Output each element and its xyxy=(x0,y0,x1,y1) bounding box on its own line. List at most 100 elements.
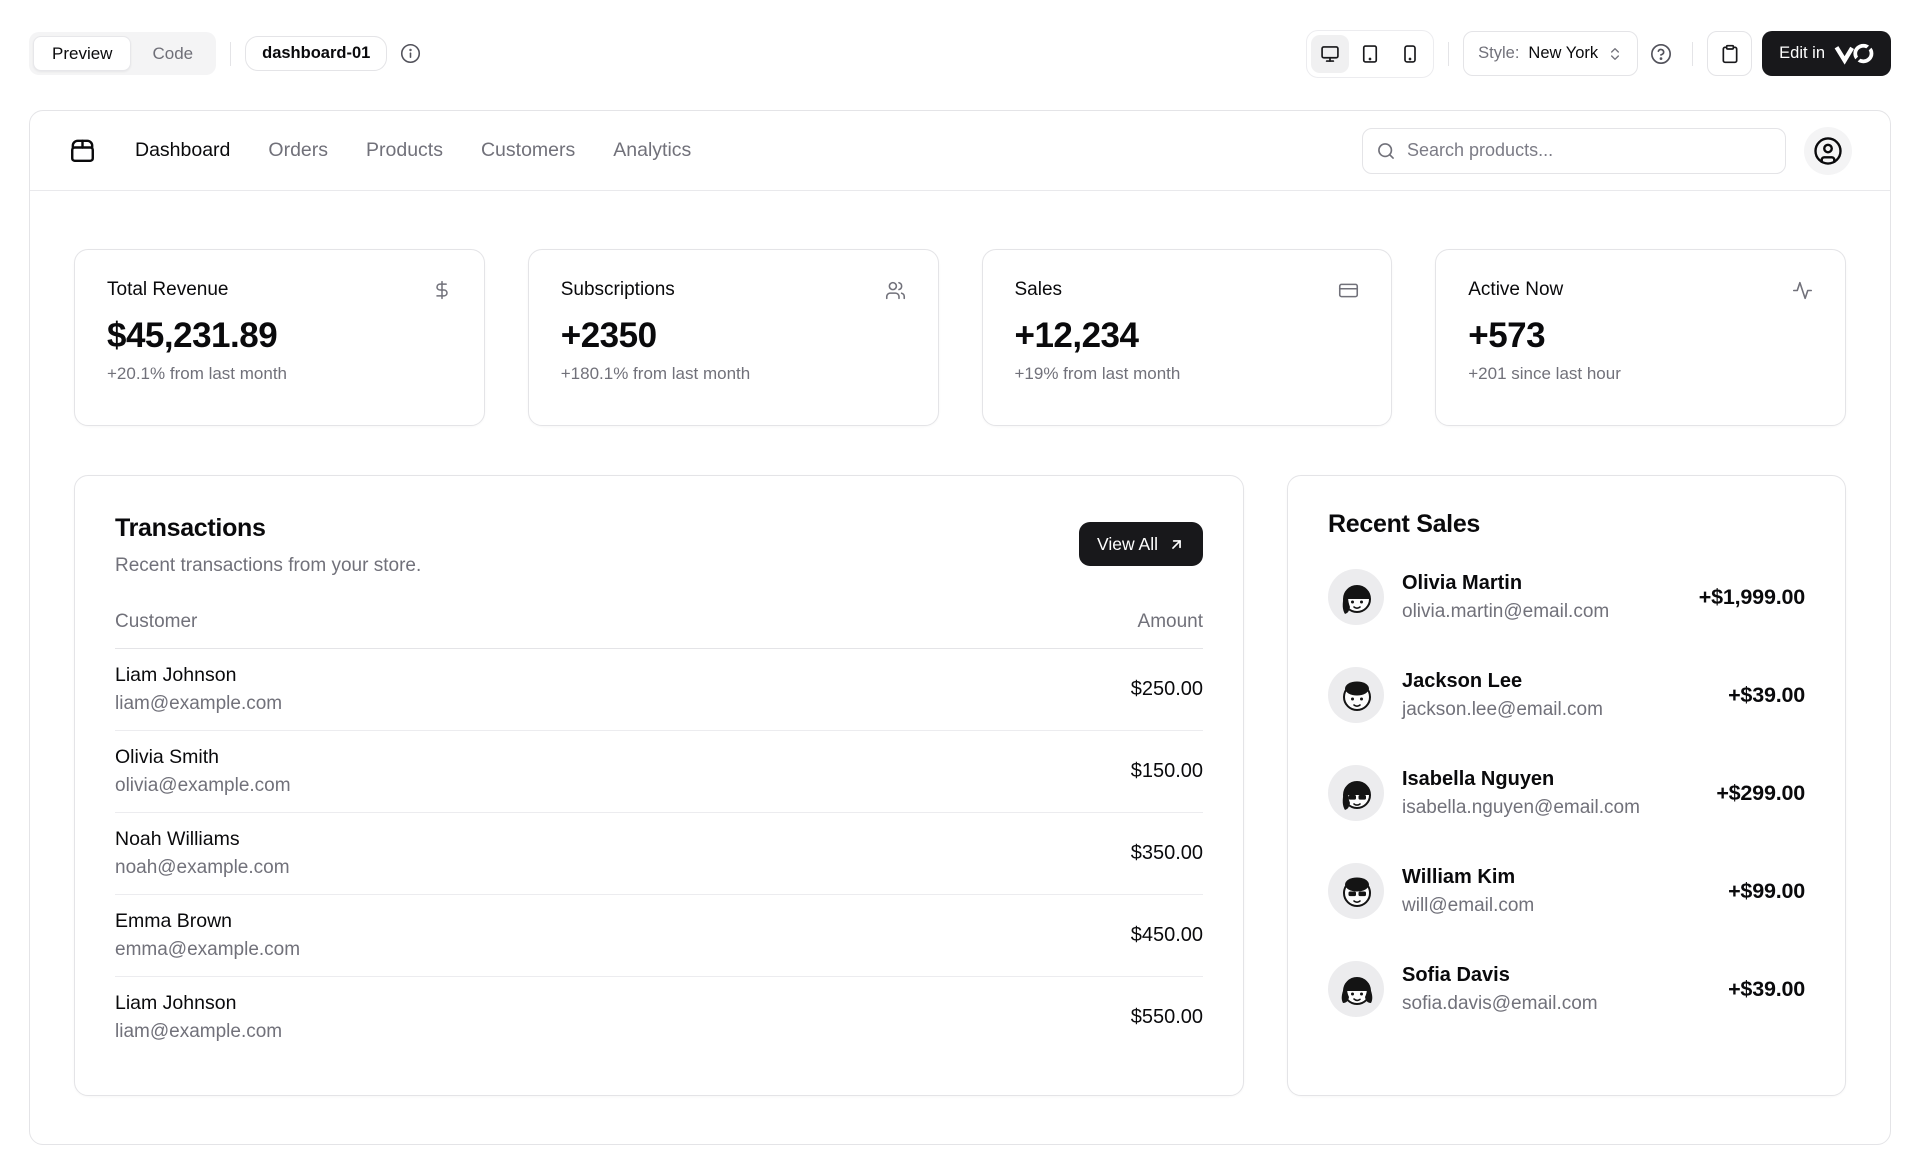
user-menu-button[interactable] xyxy=(1804,127,1852,175)
transaction-amount: $350.00 xyxy=(1131,842,1203,865)
customer-email: liam@example.com xyxy=(115,1021,282,1043)
stat-value: $45,231.89 xyxy=(107,316,452,356)
table-row: Olivia Smith olivia@example.com $150.00 xyxy=(115,731,1203,813)
tab-code[interactable]: Code xyxy=(133,36,212,71)
transactions-title: Transactions xyxy=(115,514,421,543)
help-button[interactable] xyxy=(1644,37,1678,71)
stat-value: +2350 xyxy=(561,316,906,356)
toolbar-divider xyxy=(1692,42,1693,66)
sale-amount: +$1,999.00 xyxy=(1699,585,1805,610)
list-item: Sofia Davis sofia.davis@email.com +$39.0… xyxy=(1328,961,1805,1017)
sale-customer-name: William Kim xyxy=(1402,866,1534,889)
customer-email: liam@example.com xyxy=(115,693,282,715)
nav-links: Dashboard Orders Products Customers Anal… xyxy=(135,139,691,162)
edit-in-v0-label: Edit in xyxy=(1779,44,1825,63)
style-select[interactable]: Style: New York xyxy=(1463,31,1638,76)
nav-link-analytics[interactable]: Analytics xyxy=(613,139,691,162)
style-value: New York xyxy=(1528,44,1598,63)
top-toolbar: Preview Code dashboard-01 xyxy=(0,0,1920,107)
search-box xyxy=(1362,128,1786,174)
customer-name: Emma Brown xyxy=(115,910,300,933)
list-item: Jackson Lee jackson.lee@email.com +$39.0… xyxy=(1328,667,1805,723)
package-logo-icon[interactable] xyxy=(68,136,97,165)
chevrons-up-down-icon xyxy=(1607,46,1623,62)
customer-name: Liam Johnson xyxy=(115,664,282,687)
sale-customer-email: sofia.davis@email.com xyxy=(1402,993,1598,1015)
stat-title: Sales xyxy=(1015,279,1063,301)
clipboard-icon xyxy=(1720,44,1740,64)
block-name-badge[interactable]: dashboard-01 xyxy=(245,36,387,71)
smartphone-icon xyxy=(1400,44,1420,64)
credit-card-icon xyxy=(1338,280,1359,301)
customer-name: Noah Williams xyxy=(115,828,290,851)
toolbar-left: Preview Code dashboard-01 xyxy=(29,32,427,75)
tab-preview[interactable]: Preview xyxy=(33,36,131,71)
recent-sales-card: Recent Sales Olivia Martin olivia.martin… xyxy=(1287,475,1846,1096)
desktop-view-button[interactable] xyxy=(1311,35,1349,73)
bottom-row: Transactions Recent transactions from yo… xyxy=(74,475,1846,1096)
transactions-subtitle: Recent transactions from your store. xyxy=(115,555,421,577)
avatar xyxy=(1328,863,1384,919)
transaction-amount: $550.00 xyxy=(1131,1006,1203,1029)
stat-title: Active Now xyxy=(1468,279,1563,301)
stat-change: +19% from last month xyxy=(1015,364,1360,384)
stat-card-subscriptions: Subscriptions +2350 +180.1% from last mo… xyxy=(528,249,939,426)
circle-user-icon xyxy=(1813,136,1843,166)
nav-link-products[interactable]: Products xyxy=(366,139,443,162)
transactions-table: Customer Amount Liam Johnson liam@exampl… xyxy=(115,611,1203,1058)
column-header-amount: Amount xyxy=(1138,611,1203,633)
toolbar-right: Style: New York Edit in xyxy=(1306,30,1891,78)
transaction-amount: $450.00 xyxy=(1131,924,1203,947)
customer-email: olivia@example.com xyxy=(115,775,291,797)
avatar xyxy=(1328,765,1384,821)
customer-name: Olivia Smith xyxy=(115,746,291,769)
toolbar-divider xyxy=(1448,42,1449,66)
toolbar-divider xyxy=(230,42,231,66)
list-item: Olivia Martin olivia.martin@email.com +$… xyxy=(1328,569,1805,625)
table-row: Noah Williams noah@example.com $350.00 xyxy=(115,813,1203,895)
recent-sales-list: Olivia Martin olivia.martin@email.com +$… xyxy=(1328,569,1805,1017)
nav-link-dashboard[interactable]: Dashboard xyxy=(135,139,230,162)
stats-row: Total Revenue $45,231.89 +20.1% from las… xyxy=(74,249,1846,426)
transactions-card: Transactions Recent transactions from yo… xyxy=(74,475,1244,1096)
sale-amount: +$39.00 xyxy=(1728,977,1805,1002)
nav-link-orders[interactable]: Orders xyxy=(268,139,328,162)
copy-code-button[interactable] xyxy=(1707,31,1752,76)
table-row: Liam Johnson liam@example.com $250.00 xyxy=(115,649,1203,731)
customer-email: noah@example.com xyxy=(115,857,290,879)
sale-customer-name: Sofia Davis xyxy=(1402,964,1598,987)
search-input[interactable] xyxy=(1363,129,1785,173)
sale-customer-email: olivia.martin@email.com xyxy=(1402,601,1609,623)
view-mode-tabs: Preview Code xyxy=(29,32,216,75)
avatar xyxy=(1328,961,1384,1017)
edit-in-v0-button[interactable]: Edit in xyxy=(1762,31,1891,76)
sale-amount: +$99.00 xyxy=(1728,879,1805,904)
table-row: Emma Brown emma@example.com $450.00 xyxy=(115,895,1203,977)
sale-customer-name: Isabella Nguyen xyxy=(1402,768,1640,791)
stat-card-total-revenue: Total Revenue $45,231.89 +20.1% from las… xyxy=(74,249,485,426)
customer-email: emma@example.com xyxy=(115,939,300,961)
sale-customer-name: Jackson Lee xyxy=(1402,670,1603,693)
stat-change: +201 since last hour xyxy=(1468,364,1813,384)
info-icon xyxy=(400,43,421,64)
arrow-up-right-icon xyxy=(1168,536,1185,553)
info-button[interactable] xyxy=(393,37,427,71)
users-icon xyxy=(885,280,906,301)
dollar-sign-icon xyxy=(432,280,452,300)
stat-card-sales: Sales +12,234 +19% from last month xyxy=(982,249,1393,426)
sale-customer-name: Olivia Martin xyxy=(1402,572,1609,595)
activity-icon xyxy=(1792,280,1813,301)
stat-change: +180.1% from last month xyxy=(561,364,906,384)
stat-value: +12,234 xyxy=(1015,316,1360,356)
list-item: Isabella Nguyen isabella.nguyen@email.co… xyxy=(1328,765,1805,821)
tablet-view-button[interactable] xyxy=(1351,35,1389,73)
nav-link-customers[interactable]: Customers xyxy=(481,139,575,162)
mobile-view-button[interactable] xyxy=(1391,35,1429,73)
avatar xyxy=(1328,667,1384,723)
view-all-button[interactable]: View All xyxy=(1079,522,1203,566)
device-toggle-group xyxy=(1306,30,1434,78)
dashboard-navbar: Dashboard Orders Products Customers Anal… xyxy=(30,111,1890,191)
customer-name: Liam Johnson xyxy=(115,992,282,1015)
stat-value: +573 xyxy=(1468,316,1813,356)
stat-change: +20.1% from last month xyxy=(107,364,452,384)
